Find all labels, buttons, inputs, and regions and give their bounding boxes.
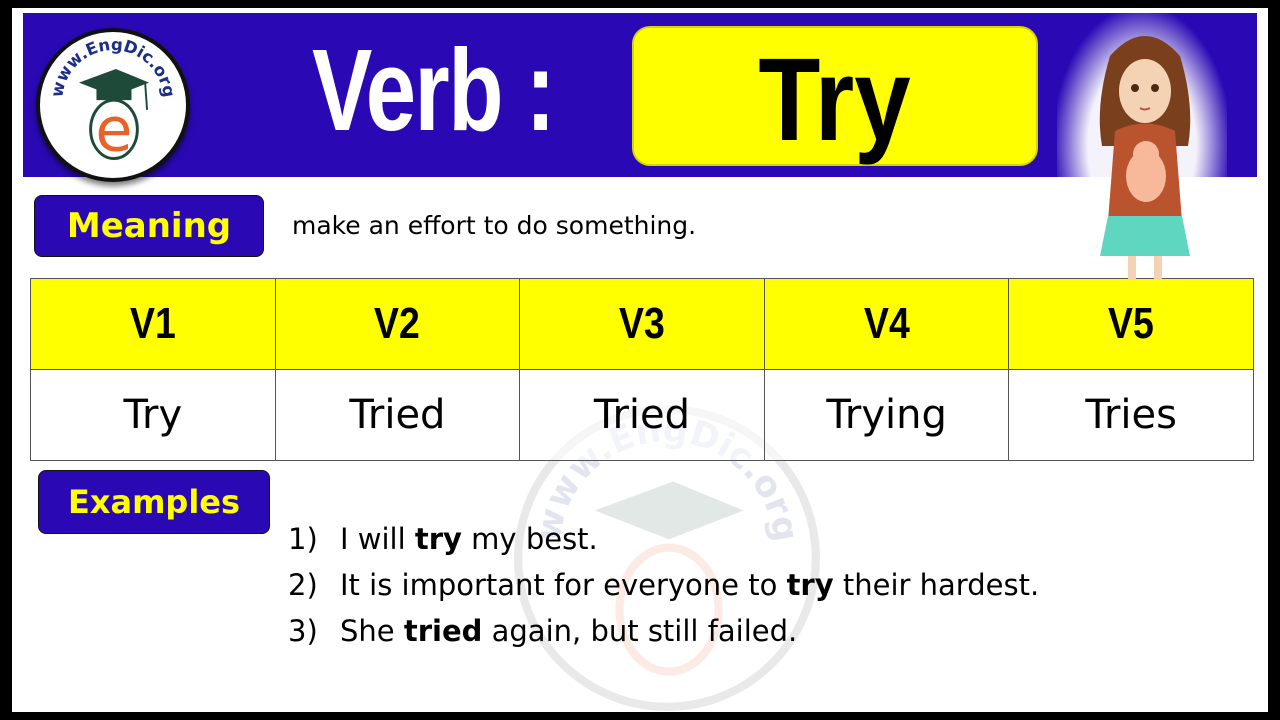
logo-e-letter: e — [95, 96, 132, 166]
engdic-logo: www.EngDic.org e — [36, 28, 190, 182]
example-item: 2) It is important for everyone to try th… — [288, 568, 1040, 602]
verb-word-box: Try — [632, 26, 1038, 166]
table-row: Try Tried Tried Trying Tries — [30, 369, 1254, 461]
logo-graphic: www.EngDic.org e — [47, 35, 178, 166]
meaning-label: Meaning — [34, 195, 264, 257]
value-cell: Trying — [763, 369, 1010, 461]
header-cell: V2 — [274, 278, 521, 370]
girl-with-cat-illustration — [1099, 36, 1191, 280]
table-header-row: V1 V2 V3 V4 V5 — [30, 278, 1254, 370]
header-cell: V5 — [1008, 278, 1254, 370]
header-cell: V4 — [763, 278, 1010, 370]
header-cell: V1 — [30, 278, 276, 370]
examples-list: 1) I will try my best. 2) It is important … — [288, 516, 1039, 654]
title-prefix: Verb : — [312, 25, 556, 155]
verb-forms-table: V1 V2 V3 V4 V5 Try Tried Tried Trying Tr… — [30, 278, 1254, 461]
example-item: 3) She tried again, but still failed. — [288, 614, 798, 648]
verb-word: Try — [758, 34, 912, 166]
value-cell: Try — [30, 369, 276, 461]
header-cell: V3 — [519, 278, 765, 370]
meaning-text: make an effort to do something. — [292, 211, 697, 240]
value-cell: Tried — [274, 369, 521, 461]
value-cell: Tries — [1008, 369, 1254, 461]
value-cell: Tried — [519, 369, 765, 461]
examples-label: Examples — [38, 470, 270, 534]
slide: www.EngDic.org e Verb : Try Meaning make… — [12, 8, 1268, 712]
example-item: 1) I will try my best. — [288, 522, 598, 556]
